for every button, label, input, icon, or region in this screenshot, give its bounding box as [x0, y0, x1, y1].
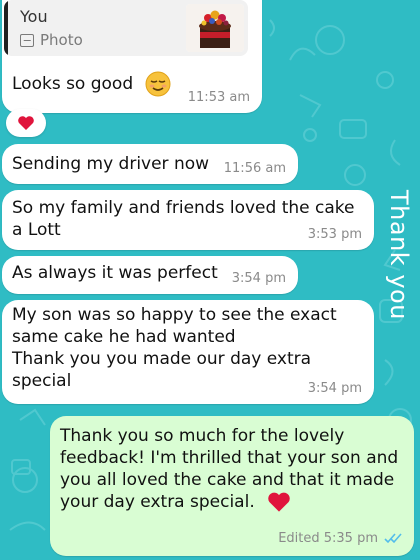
message-time: 3:54 pm — [231, 271, 286, 286]
message-bubble-reply[interactable]: You Photo Looks so good 11:53 am — [2, 0, 262, 113]
message-bubble[interactable]: My son was so happy to see the exact sam… — [2, 300, 374, 404]
message-text-content: Looks so good — [12, 74, 134, 94]
overlay-thank-you-text: Thank you — [385, 190, 413, 320]
message-time: 11:53 am — [187, 90, 250, 105]
message-line: My son was so happy to see the exact — [12, 305, 337, 325]
red-heart-icon — [268, 492, 290, 512]
message-line: a Lott — [12, 220, 61, 240]
cake-thumbnail[interactable] — [186, 4, 244, 52]
quoted-attachment-label: Photo — [40, 31, 83, 49]
message-meta: Edited 5:35 pm — [278, 531, 402, 546]
message-time: Edited 5:35 pm — [278, 531, 378, 546]
message-time: 3:53 pm — [307, 227, 362, 242]
relieved-face-emoji — [145, 71, 171, 97]
quoted-message[interactable]: You Photo — [4, 0, 248, 56]
quote-bar — [4, 0, 8, 56]
message-text: Sending my driver now — [12, 154, 210, 174]
message-time: 11:56 am — [223, 161, 286, 176]
read-double-check-icon — [384, 533, 402, 544]
message-bubble[interactable]: As always it was perfect 3:54 pm — [2, 256, 298, 294]
message-line: same cake he had wanted — [12, 327, 236, 347]
message-time: 3:54 pm — [307, 381, 362, 396]
message-line: Thank you you made our day extra — [12, 349, 312, 369]
message-text: As always it was perfect — [12, 263, 218, 283]
quoted-author: You — [20, 7, 48, 26]
outgoing-message-bubble[interactable]: Thank you so much for the lovely feedbac… — [50, 416, 414, 556]
message-line: feedback! I'm thrilled that your son and — [60, 448, 399, 468]
photo-icon — [20, 33, 34, 47]
message-text: My son was so happy to see the exact sam… — [12, 304, 337, 392]
message-line: So my family and friends loved the cake — [12, 198, 355, 218]
message-line: Thank you so much for the lovely — [60, 426, 345, 446]
message-text: So my family and friends loved the cake … — [12, 197, 354, 241]
red-heart-icon — [18, 116, 34, 130]
message-line: you all loved the cake and that it made — [60, 470, 395, 490]
message-bubble[interactable]: So my family and friends loved the cake … — [2, 190, 374, 250]
message-line: special — [12, 371, 72, 391]
message-text: Thank you so much for the lovely feedbac… — [60, 425, 398, 513]
reaction-badge[interactable] — [6, 109, 46, 137]
message-line: your day extra special. — [60, 492, 255, 512]
message-line-with-emoji: your day extra special. — [60, 491, 398, 513]
message-bubble[interactable]: Sending my driver now 11:56 am — [2, 144, 298, 184]
quoted-attachment: Photo — [20, 29, 83, 51]
message-text: Looks so good — [12, 71, 171, 97]
